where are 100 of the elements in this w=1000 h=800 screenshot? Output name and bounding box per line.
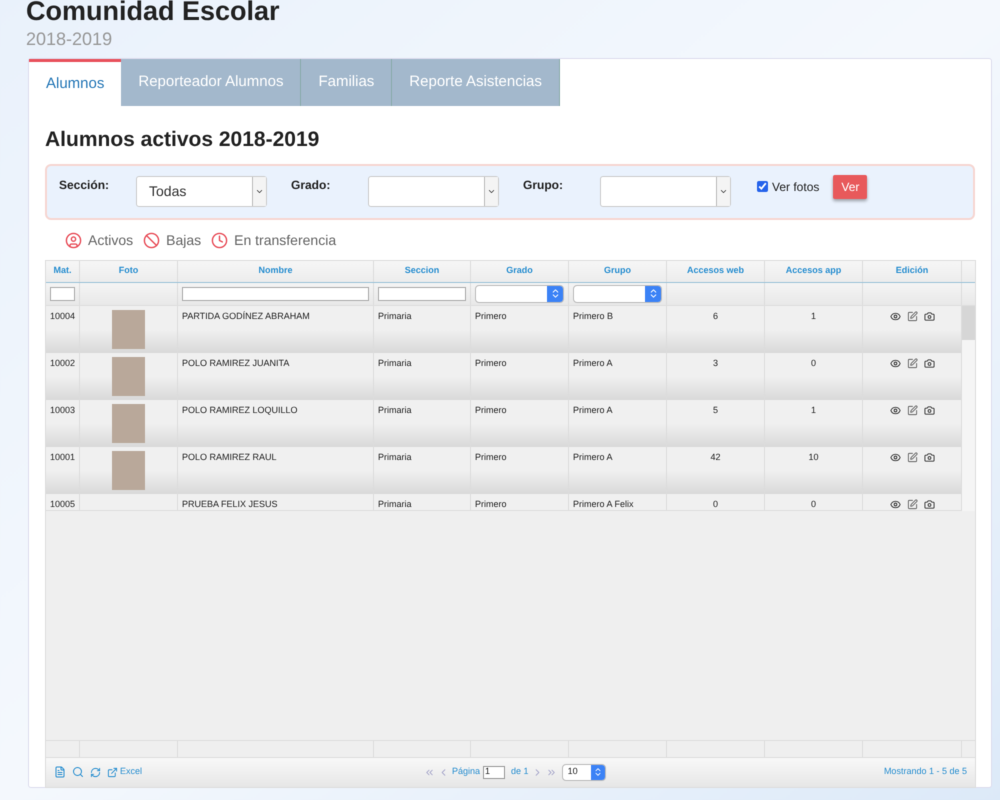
table-cell: POLO RAMIREZ RAUL (182, 452, 277, 462)
record-count: Mostrando 1 - 5 de 5 (884, 765, 967, 778)
table-cell: POLO RAMIREZ JUANITA (182, 358, 290, 368)
filter-input[interactable] (182, 286, 369, 300)
photo-placeholder (112, 404, 145, 442)
filter-label: Grupo: (523, 176, 564, 194)
view-icon[interactable] (890, 404, 900, 416)
view-icon[interactable] (890, 498, 900, 510)
table-cell: Primero (475, 310, 507, 320)
tab[interactable]: Reporte Asistencias (392, 59, 560, 106)
document-icon[interactable] (54, 766, 66, 778)
clock-icon (211, 232, 228, 248)
checkbox[interactable] (757, 181, 768, 192)
table-cell: Primero (475, 358, 507, 368)
photo-placeholder (112, 450, 145, 490)
photo-placeholder (112, 310, 145, 348)
checkbox-label: Ver fotos (772, 178, 820, 196)
filter-label: Grado: (291, 176, 332, 194)
section-heading: Alumnos activos 2018-2019 (45, 127, 320, 153)
edit-icon[interactable] (906, 404, 918, 416)
column-header[interactable]: Foto (80, 260, 178, 282)
view-icon[interactable] (890, 358, 900, 368)
table-cell: 6 (712, 310, 718, 320)
table-cell: 0 (810, 358, 816, 368)
table-cell: PARTIDA GODÍNEZ ABRAHAM (182, 310, 310, 320)
page-size-select[interactable]: 10 (562, 764, 606, 780)
camera-icon[interactable] (924, 358, 934, 368)
edit-icon[interactable] (906, 452, 918, 462)
table-cell: Primaria (378, 404, 412, 414)
filter-label: Sección: (59, 176, 110, 194)
table-cell: Primero (475, 452, 507, 462)
page-input[interactable]: 1 (483, 766, 506, 778)
table-cell: Primero B (573, 310, 614, 320)
table-cell: Primero (475, 404, 507, 414)
tab[interactable]: Alumnos (29, 59, 122, 106)
table-cell: 0 (712, 498, 718, 508)
table-cell: Primero A (573, 404, 613, 414)
table-cell: 10005 (50, 498, 76, 508)
legend-label: Bajas (166, 230, 202, 250)
column-header[interactable]: Seccion (374, 260, 471, 282)
page-subtitle: 2018-2019 (26, 28, 114, 50)
table-cell: Primaria (378, 310, 412, 320)
table-cell: 10002 (50, 358, 76, 368)
legend-label: Activos (88, 230, 134, 250)
page-title: Comunidad Escolar (26, 0, 281, 28)
column-header[interactable]: Accesos web (667, 260, 765, 282)
view-icon[interactable] (890, 452, 900, 462)
column-header[interactable]: Grupo (569, 260, 667, 282)
excel-link[interactable]: Excel (107, 765, 142, 779)
table-cell: POLO RAMIREZ LOQUILLO (182, 404, 298, 414)
ver-button[interactable]: Ver (833, 174, 868, 198)
table-cell: Primero A Felix (573, 498, 634, 508)
search-icon[interactable] (72, 766, 84, 778)
column-header[interactable]: Accesos app (765, 260, 863, 282)
camera-icon[interactable] (924, 404, 934, 416)
scrollbar-thumb[interactable] (962, 306, 975, 340)
ban-icon (143, 232, 160, 248)
filter-select[interactable] (573, 284, 662, 302)
tab[interactable]: Reporteador Alumnos (121, 59, 302, 106)
tab[interactable]: Familias (301, 59, 392, 106)
table-cell: 42 (710, 452, 720, 462)
table-cell: 10001 (50, 452, 76, 462)
refresh-icon[interactable] (90, 766, 101, 778)
user-icon (65, 232, 82, 248)
table-cell: 5 (712, 404, 718, 414)
table-cell: 10004 (50, 310, 76, 320)
filter-input[interactable] (50, 286, 75, 300)
table-cell: Primero A (573, 452, 613, 462)
edit-icon[interactable] (906, 358, 918, 368)
view-icon[interactable] (890, 310, 900, 322)
table-cell: 1 (810, 310, 816, 320)
photo-placeholder (112, 356, 145, 396)
legend-label: En transferencia (234, 230, 336, 250)
column-header[interactable]: Nombre (178, 260, 374, 282)
table-cell: Primero (475, 498, 507, 508)
updown-icon (592, 767, 603, 777)
dropdown[interactable]: Todas (136, 176, 267, 206)
edit-icon[interactable] (906, 498, 918, 510)
table-cell: 10003 (50, 404, 76, 414)
filter-input[interactable] (378, 286, 466, 300)
page-count: de 1 (511, 765, 529, 778)
table-cell: 3 (712, 358, 718, 368)
column-header[interactable]: Mat. (46, 260, 80, 282)
camera-icon[interactable] (924, 498, 934, 510)
camera-icon[interactable] (924, 452, 934, 462)
column-header[interactable]: Grado (471, 260, 569, 282)
filter-select[interactable] (475, 284, 564, 302)
table-cell: Primero A (573, 358, 613, 368)
table-cell: 0 (810, 498, 816, 508)
table-cell: Primaria (378, 452, 412, 462)
table-cell: 10 (808, 452, 818, 462)
table-cell: Primaria (378, 498, 412, 508)
column-header[interactable]: Edición (863, 260, 962, 282)
page-label: Página (452, 765, 480, 778)
edit-icon[interactable] (906, 310, 918, 322)
export-icon (107, 766, 118, 778)
table-cell: Primaria (378, 358, 412, 368)
table-cell: 1 (810, 404, 816, 414)
table-cell: PRUEBA FELIX JESUS (182, 498, 278, 508)
camera-icon[interactable] (924, 310, 934, 322)
